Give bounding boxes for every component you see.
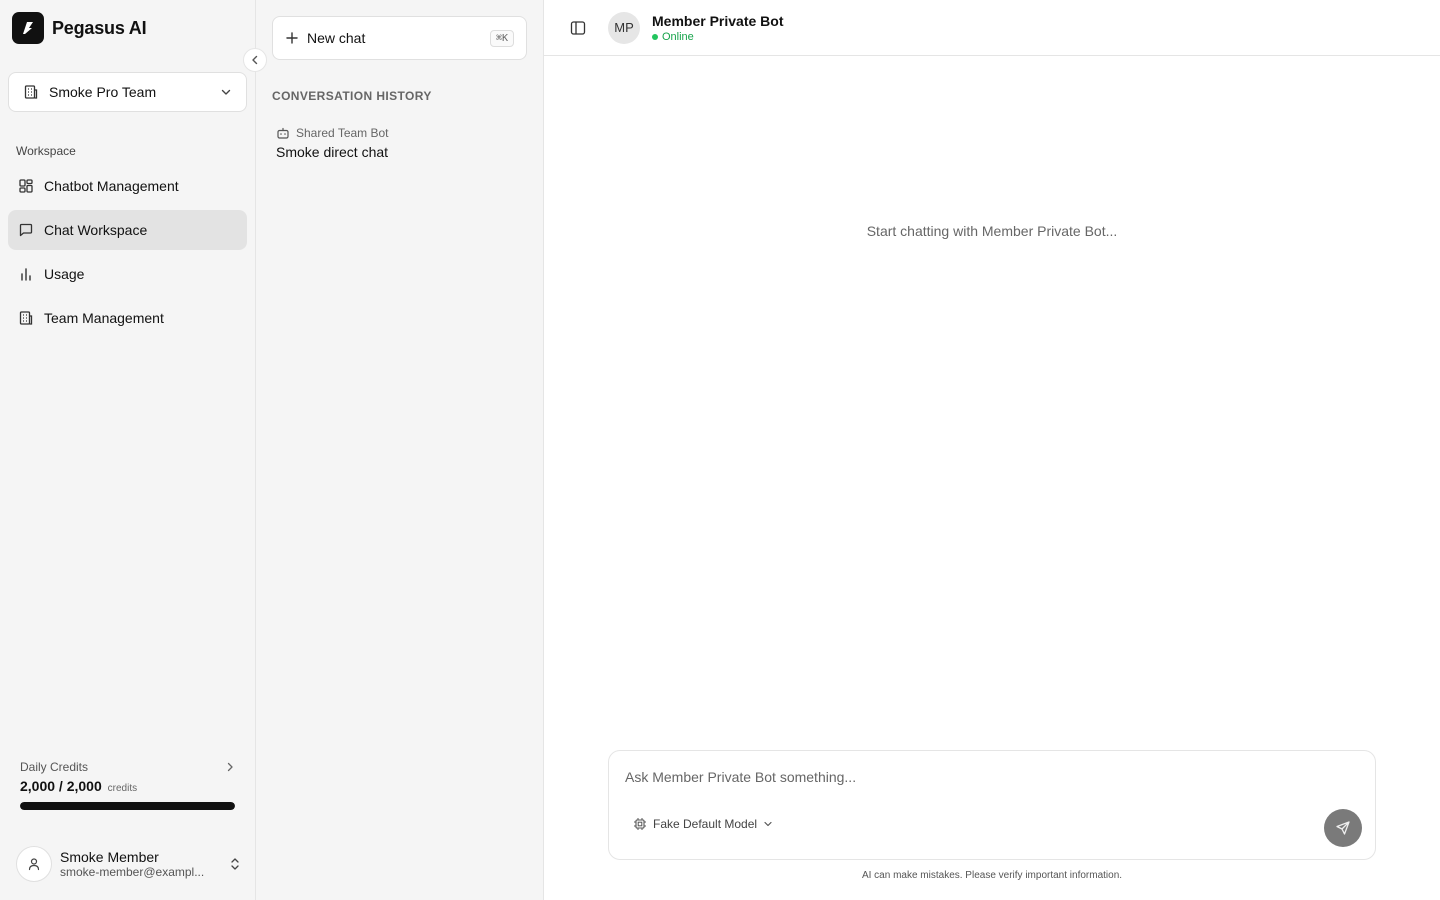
- bot-icon: [277, 127, 289, 139]
- conversation-item[interactable]: Shared Team Bot Smoke direct chat: [276, 126, 526, 160]
- avatar: [16, 846, 52, 882]
- building-icon: [19, 311, 33, 325]
- app-name: Pegasus AI: [52, 17, 147, 38]
- bot-name: Member Private Bot: [652, 12, 784, 29]
- status-text: Online: [662, 30, 694, 43]
- model-selector[interactable]: Fake Default Model: [633, 817, 773, 831]
- team-selector[interactable]: Smoke Pro Team: [8, 72, 247, 112]
- collapse-sidebar-button[interactable]: [243, 48, 267, 72]
- user-menu[interactable]: Smoke Member smoke-member@exampl...: [16, 846, 241, 882]
- conversation-bot-name: Shared Team Bot: [296, 126, 389, 140]
- user-icon: [28, 858, 40, 871]
- sidebar: Pegasus AI Smoke Pro Team Workspace Chat…: [0, 0, 267, 900]
- online-dot-icon: [652, 33, 658, 40]
- dashboard-grid-icon: [19, 179, 33, 193]
- sidebar-item-label: Usage: [44, 266, 85, 282]
- daily-credits[interactable]: Daily Credits 2,000 / 2,000 credits: [20, 760, 235, 810]
- send-icon: [1336, 821, 1350, 835]
- conversation-title: Smoke direct chat: [276, 144, 389, 160]
- credits-progress-fill: [20, 802, 235, 810]
- new-chat-label: New chat: [307, 30, 366, 46]
- bar-chart-icon: [21, 268, 31, 281]
- credits-progress-bar: [20, 802, 235, 810]
- chat-main: MP Member Private Bot Online Start chatt…: [544, 0, 1440, 900]
- send-button[interactable]: [1324, 809, 1362, 847]
- plus-icon: [286, 32, 298, 44]
- sidebar-item-label: Chat Workspace: [44, 222, 148, 238]
- chevrons-up-down-icon: [231, 858, 239, 870]
- credits-value: 2,000 / 2,000: [20, 778, 102, 794]
- status-badge: Online: [652, 31, 783, 43]
- keyboard-shortcut: ⌘K: [489, 29, 514, 47]
- empty-chat-message: Start chatting with Member Private Bot..…: [866, 223, 1118, 239]
- building-icon: [24, 85, 38, 99]
- workspace-section-label: Workspace: [16, 144, 76, 158]
- message-composer: Fake Default Model: [608, 750, 1376, 860]
- chevron-down-icon: [221, 89, 231, 95]
- sidebar-item-chat-workspace[interactable]: Chat Workspace: [8, 210, 247, 250]
- new-chat-button[interactable]: New chat ⌘K: [272, 16, 527, 60]
- sidebar-item-label: Team Management: [44, 310, 164, 326]
- ai-disclaimer: AI can make mistakes. Please verify impo…: [861, 870, 1123, 881]
- sidebar-item-label: Chatbot Management: [44, 178, 179, 194]
- panel-left-icon: [570, 20, 586, 35]
- message-input[interactable]: [625, 769, 1305, 785]
- toggle-sidebar-button[interactable]: [568, 18, 588, 38]
- chat-header: MP Member Private Bot Online: [544, 0, 1440, 56]
- conversation-panel: New chat ⌘K CONVERSATION HISTORY Shared …: [256, 0, 544, 900]
- bot-avatar: MP: [608, 11, 640, 44]
- sidebar-item-team-management[interactable]: Team Management: [8, 298, 247, 338]
- chevron-left-icon: [252, 55, 258, 65]
- model-name: Fake Default Model: [653, 817, 758, 831]
- chevron-down-icon: [764, 821, 772, 827]
- credits-unit: credits: [107, 783, 138, 794]
- team-name: Smoke Pro Team: [49, 84, 157, 100]
- user-name: Smoke Member: [60, 849, 159, 865]
- conversation-history-label: CONVERSATION HISTORY: [272, 89, 432, 103]
- sidebar-item-chatbot-management[interactable]: Chatbot Management: [8, 166, 247, 206]
- message-square-icon: [19, 223, 33, 237]
- brand[interactable]: Pegasus AI: [12, 12, 147, 44]
- pegasus-logo-icon: [12, 12, 44, 44]
- cpu-chip-icon: [634, 818, 646, 830]
- user-email: smoke-member@exampl...: [60, 865, 205, 879]
- credits-label: Daily Credits: [20, 760, 89, 774]
- sidebar-nav: Chatbot Management Chat Workspace Usage …: [8, 166, 247, 342]
- sidebar-item-usage[interactable]: Usage: [8, 254, 247, 294]
- chevron-right-icon: [227, 762, 233, 772]
